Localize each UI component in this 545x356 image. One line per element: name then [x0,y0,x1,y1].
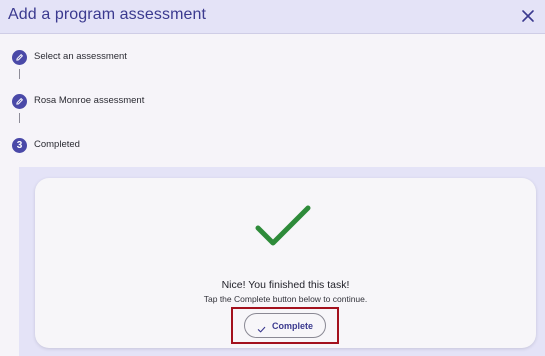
dialog-title: Add a program assessment [8,6,207,23]
check-icon [257,321,266,333]
dialog-header: Add a program assessment [0,0,545,34]
pencil-icon [12,94,27,109]
step-number: 3 [16,140,23,151]
complete-button[interactable]: Complete [244,313,326,338]
step-connector [19,69,20,79]
success-subtitle: Tap the Complete button below to continu… [203,294,368,304]
step-label: Select an assessment [34,51,127,62]
step-connector [19,113,20,123]
stepper: Select an assessment Rosa Monroe assessm… [0,35,545,167]
step-label: Completed [34,139,80,150]
step-number-badge: 3 [12,138,27,153]
complete-button-label: Complete [271,320,313,331]
step-label: Rosa Monroe assessment [34,95,145,106]
checkmark-icon [255,204,311,248]
success-title: Nice! You finished this task! [221,279,350,291]
close-icon[interactable] [519,7,537,25]
pencil-icon [12,50,27,65]
